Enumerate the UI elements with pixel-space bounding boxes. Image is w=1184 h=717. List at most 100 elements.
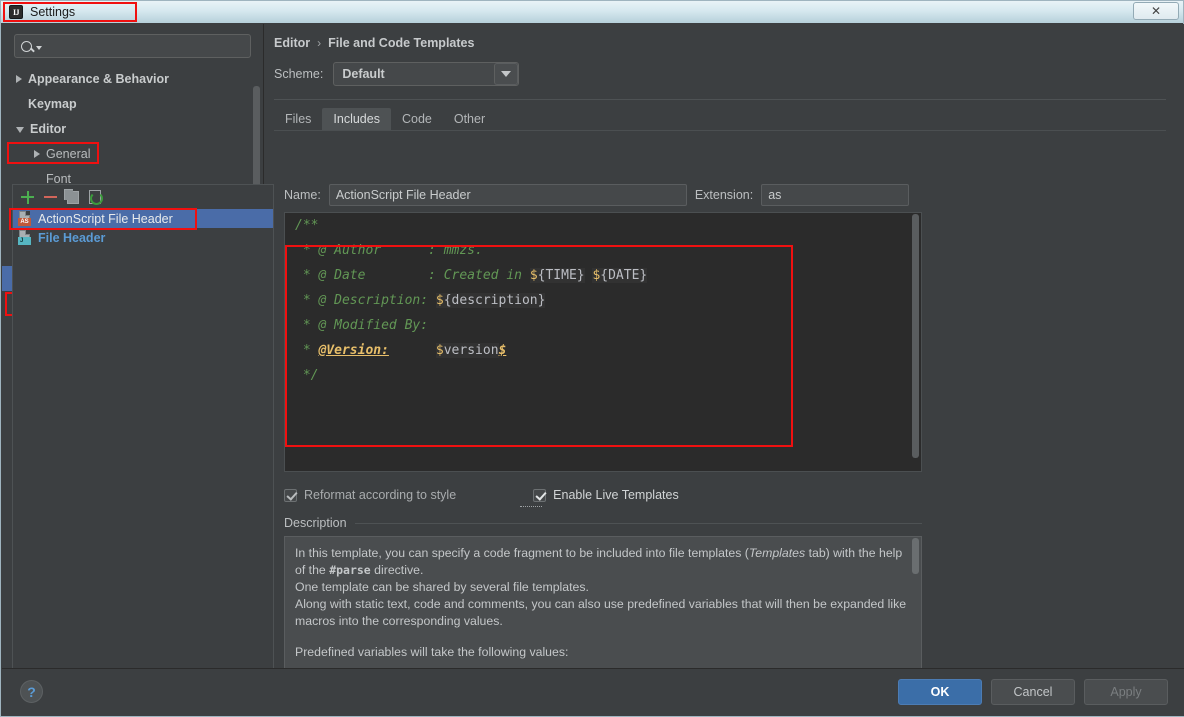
description-paragraph: One template can be shared by several fi…: [295, 579, 909, 596]
tabs-underline: [274, 130, 1166, 131]
sidebar-item-general[interactable]: General: [2, 141, 263, 166]
sidebar-item-label: Editor: [30, 122, 66, 136]
dialog-footer: ? OK Cancel Apply: [2, 668, 1184, 715]
description-box: In this template, you can specify a code…: [284, 536, 922, 684]
code-line[interactable]: * @ Modified By:: [285, 313, 921, 338]
code-lines[interactable]: /** * @ Author : mmzs. * @ Date : Create…: [285, 213, 921, 388]
help-button[interactable]: ?: [20, 680, 43, 703]
reformat-checkbox[interactable]: [284, 489, 297, 502]
apply-button[interactable]: Apply: [1084, 679, 1168, 705]
settings-window: IJ Settings ✕ Appearance & Behavior Keyma…: [0, 0, 1184, 717]
ok-button[interactable]: OK: [898, 679, 982, 705]
scheme-dropdown-button[interactable]: [494, 63, 518, 85]
breadcrumb: Editor › File and Code Templates: [272, 36, 1168, 50]
chevron-right-icon[interactable]: [34, 150, 40, 158]
reformat-checkbox-label[interactable]: Reformat according to style: [304, 488, 456, 502]
code-line[interactable]: * @ Author : mmzs.: [285, 238, 921, 263]
code-token: @Version:: [318, 343, 388, 358]
code-token: $: [436, 293, 444, 308]
code-scrollbar[interactable]: [910, 214, 920, 470]
code-token: {description}: [444, 293, 546, 308]
template-category-tabs: FilesIncludesCodeOther: [272, 108, 1168, 130]
title-bar: IJ Settings ✕: [1, 1, 1183, 23]
code-token: $: [530, 268, 538, 283]
code-token: */: [295, 368, 318, 383]
file-template-icon: AS: [18, 211, 32, 226]
remove-icon[interactable]: [44, 196, 57, 198]
divider: [274, 99, 1166, 100]
enable-live-templates-label[interactable]: Enable Live Templates: [553, 488, 679, 502]
footer-buttons: OK Cancel Apply: [898, 679, 1168, 705]
scheme-row: Scheme: Default: [272, 62, 1168, 86]
code-token: * @ Date : Created in: [295, 268, 530, 283]
intellij-logo-icon: IJ: [9, 5, 23, 19]
template-name: File Header: [38, 231, 105, 245]
search-input[interactable]: [14, 34, 251, 58]
code-token: {TIME}: [538, 268, 585, 283]
window-title: Settings: [30, 5, 75, 19]
name-extension-row: Name: ActionScript File Header Extension…: [284, 184, 922, 206]
sidebar-item-keymap[interactable]: Keymap: [2, 91, 263, 116]
code-token: * @ Description:: [295, 293, 436, 308]
enable-live-templates-checkbox[interactable]: [533, 489, 546, 502]
code-token: /**: [295, 218, 318, 233]
breadcrumb-root[interactable]: Editor: [274, 36, 310, 50]
code-line[interactable]: * @ Description: ${description}: [285, 288, 921, 313]
file-template-icon: J: [18, 230, 32, 245]
close-window-button[interactable]: ✕: [1133, 2, 1179, 20]
code-line[interactable]: */: [285, 363, 921, 388]
template-list-item[interactable]: AS ActionScript File Header: [13, 209, 273, 228]
scheme-selected-value: Default: [334, 67, 384, 81]
code-token: {DATE}: [600, 268, 647, 283]
code-token: $: [436, 343, 444, 358]
tab-code[interactable]: Code: [391, 108, 443, 130]
code-token: * @ Modified By:: [295, 318, 428, 333]
sidebar-item-label: Keymap: [28, 97, 77, 111]
checkbox-row: Reformat according to style Enable Live …: [284, 488, 922, 502]
template-code-editor[interactable]: /** * @ Author : mmzs. * @ Date : Create…: [284, 212, 922, 472]
code-line[interactable]: * @ Date : Created in ${TIME} ${DATE}: [285, 263, 921, 288]
code-token: *: [295, 343, 318, 358]
scheme-select[interactable]: Default: [333, 62, 519, 86]
template-editor-panel: Name: ActionScript File Header Extension…: [284, 184, 922, 671]
template-list: AS ActionScript File Header J File Header: [13, 209, 273, 247]
tab-includes[interactable]: Includes: [322, 108, 391, 130]
code-token: $: [499, 343, 507, 358]
description-scrollbar[interactable]: [911, 538, 920, 682]
template-list-toolbar: [13, 185, 273, 209]
breadcrumb-leaf: File and Code Templates: [328, 36, 474, 50]
description-scrollbar-thumb[interactable]: [912, 538, 919, 574]
code-token: * @ Author : mmzs.: [295, 243, 483, 258]
sidebar-item-label: General: [46, 147, 90, 161]
template-list-panel: AS ActionScript File Header J File Header: [12, 184, 274, 671]
name-field[interactable]: ActionScript File Header: [329, 184, 687, 206]
search-icon: [21, 41, 32, 52]
chevron-down-icon: [501, 71, 511, 77]
cancel-button[interactable]: Cancel: [991, 679, 1075, 705]
chevron-down-icon[interactable]: [16, 127, 24, 133]
chevron-right-icon[interactable]: [16, 75, 22, 83]
duplicate-icon[interactable]: [67, 191, 79, 204]
sidebar-item-label: Appearance & Behavior: [28, 72, 169, 86]
scheme-label: Scheme:: [274, 67, 323, 81]
template-name: ActionScript File Header: [38, 212, 173, 226]
description-label: Description: [284, 516, 347, 530]
tab-files[interactable]: Files: [274, 108, 322, 130]
extension-field[interactable]: as: [761, 184, 909, 206]
add-icon[interactable]: [21, 191, 34, 204]
breadcrumb-separator-icon: ›: [317, 36, 321, 50]
code-scrollbar-thumb[interactable]: [912, 214, 919, 458]
sidebar-item-editor[interactable]: Editor: [2, 116, 263, 141]
template-list-item[interactable]: J File Header: [13, 228, 273, 247]
code-line[interactable]: * @Version: $version$: [285, 338, 921, 363]
tab-other[interactable]: Other: [443, 108, 496, 130]
name-label: Name:: [284, 188, 321, 202]
code-token: [389, 343, 436, 358]
description-paragraph: Along with static text, code and comment…: [295, 596, 909, 630]
reset-icon[interactable]: [89, 190, 101, 204]
sidebar-item-appearance-behavior[interactable]: Appearance & Behavior: [2, 66, 263, 91]
description-paragraph: In this template, you can specify a code…: [295, 545, 909, 579]
description-header: Description: [284, 516, 922, 530]
code-line[interactable]: /**: [285, 213, 921, 238]
description-paragraph: Predefined variables will take the follo…: [295, 644, 909, 661]
